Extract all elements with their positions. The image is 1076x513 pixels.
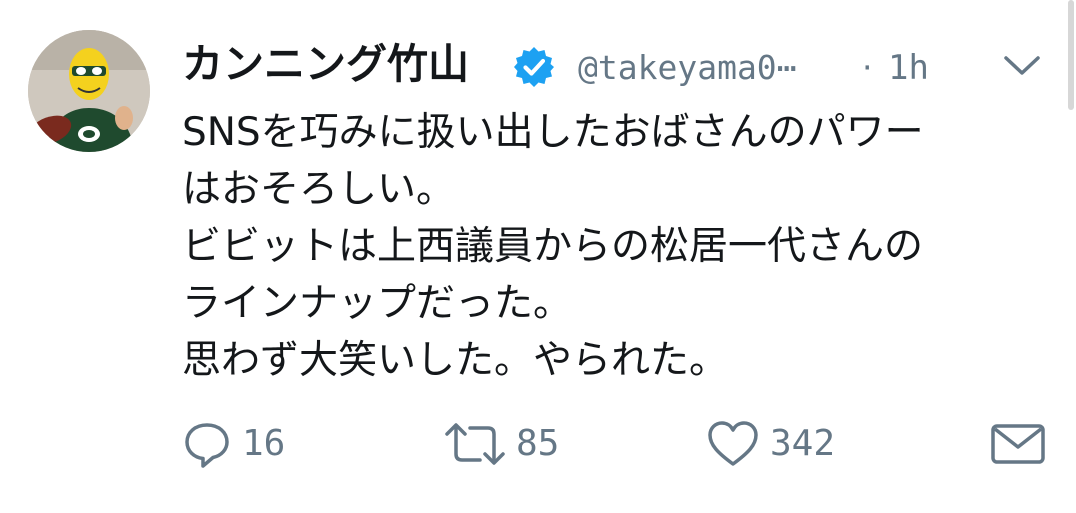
like-count: 342 <box>770 423 836 464</box>
tweet-text-line: ビビットは上西議員からの松居一代さんの <box>182 224 924 269</box>
verified-badge-icon <box>514 47 554 87</box>
retweet-icon <box>445 423 505 465</box>
reply-icon <box>185 423 229 468</box>
tweet-text-line: SNSを巧みに扱い出したおばさんのパワー <box>182 110 924 155</box>
tweet-text-line: はおそろしい。 <box>182 167 456 212</box>
separator: · <box>862 48 873 87</box>
reply-count: 16 <box>242 423 286 464</box>
envelope-icon <box>991 424 1045 464</box>
like-button[interactable]: 342 <box>706 414 835 474</box>
display-name[interactable]: カンニング竹山 <box>182 38 469 90</box>
reply-button[interactable]: 16 <box>182 414 285 474</box>
retweet-count: 85 <box>516 423 560 464</box>
tweet-text-line: ラインナップだった。 <box>182 281 573 326</box>
chevron-down-icon[interactable] <box>1002 50 1042 80</box>
tweet-header: カンニング竹山 @takeyama0⋯ · 1h <box>182 36 1052 96</box>
retweet-button[interactable]: 85 <box>444 414 559 474</box>
scrollbar-thumb[interactable] <box>1068 0 1074 110</box>
tweet-actions: 16 85 342 <box>182 414 1052 474</box>
avatar-image <box>28 30 150 152</box>
avatar[interactable] <box>28 30 150 152</box>
direct-message-button[interactable] <box>990 414 1046 474</box>
tweet-text: SNSを巧みに扱い出したおばさんのパワー はおそろしい。 ビビットは上西議員から… <box>182 104 1042 389</box>
tweet-card[interactable]: カンニング竹山 @takeyama0⋯ · 1h SNSを巧みに扱い出したおばさ… <box>0 0 1076 513</box>
timestamp[interactable]: 1h <box>888 42 929 94</box>
heart-icon <box>708 421 758 466</box>
tweet-text-line: 思わず大笑いした。やられた。 <box>182 338 729 383</box>
handle[interactable]: @takeyama0⋯ <box>578 42 797 94</box>
